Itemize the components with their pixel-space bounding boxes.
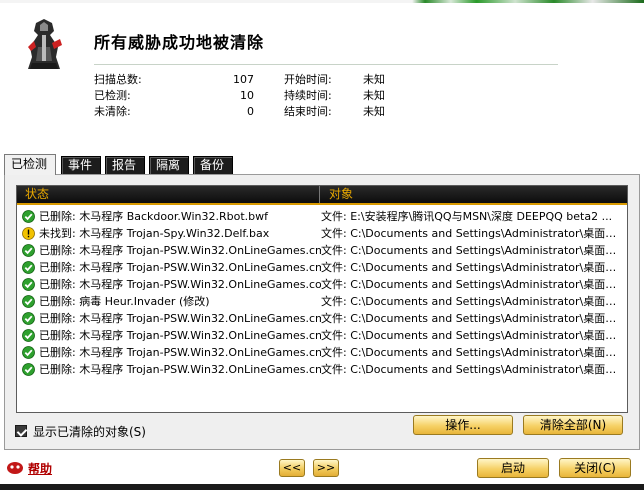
tab-events[interactable]: 事件 xyxy=(61,156,101,174)
stat-value: 107 xyxy=(233,73,254,86)
table-row[interactable]: 已删除: 木马程序 Trojan-PSW.Win32.OnLineGames.c… xyxy=(17,259,627,276)
tab-detected[interactable]: 已检测 xyxy=(4,154,56,175)
ok-icon xyxy=(22,278,35,291)
table-row[interactable]: 已删除: 木马程序 Trojan-PSW.Win32.OnLineGames.c… xyxy=(17,310,627,327)
help-link[interactable]: 帮助 xyxy=(28,460,52,477)
row-object: 文件: C:\Documents and Settings\Administra… xyxy=(321,329,619,342)
row-status: 已删除: 木马程序 Backdoor.Win32.Rbot.bwf xyxy=(39,210,269,223)
row-object: 文件: C:\Documents and Settings\Administra… xyxy=(321,346,619,359)
row-status: 已删除: 木马程序 Trojan-PSW.Win32.OnLineGames.c… xyxy=(39,346,321,359)
stat-value: 10 xyxy=(240,89,254,102)
stat-row: 未清除: 0 结束时间: 未知 xyxy=(94,104,394,120)
threat-list[interactable]: 状态 对象 已删除: 木马程序 Backdoor.Win32.Rbot.bwf 文… xyxy=(16,185,628,413)
stat-row: 已检测: 10 持续时间: 未知 xyxy=(94,88,394,104)
row-status: 未找到: 木马程序 Trojan-Spy.Win32.Delf.bax xyxy=(39,227,270,240)
table-row[interactable]: 已删除: 木马程序 Trojan-PSW.Win32.OnLineGames.c… xyxy=(17,327,627,344)
stat-value: 未知 xyxy=(363,105,385,118)
help-icon xyxy=(7,462,23,474)
stat-row: 扫描总数: 107 开始时间: 未知 xyxy=(94,72,394,88)
stat-value: 未知 xyxy=(363,89,385,102)
row-status: 已删除: 木马程序 Trojan-PSW.Win32.OnLineGames.c… xyxy=(39,261,321,274)
table-row[interactable]: 未找到: 木马程序 Trojan-Spy.Win32.Delf.bax 文件: C… xyxy=(17,225,627,242)
tab-backup[interactable]: 备份 xyxy=(193,156,233,174)
row-object: 文件: C:\Documents and Settings\Administra… xyxy=(321,312,619,325)
stat-value: 未知 xyxy=(363,73,385,86)
start-button[interactable]: 启动 xyxy=(477,458,549,478)
previous-button[interactable]: << xyxy=(279,459,305,477)
row-object: 文件: C:\Documents and Settings\Administra… xyxy=(321,278,619,291)
stat-label: 结束时间: xyxy=(284,105,332,118)
ok-icon xyxy=(22,363,35,376)
clear-all-button[interactable]: 清除全部(N) xyxy=(523,415,623,435)
stat-value: 0 xyxy=(247,105,254,118)
ok-icon xyxy=(22,329,35,342)
row-object: 文件: C:\Documents and Settings\Administra… xyxy=(321,227,619,240)
show-cleaned-checkbox[interactable] xyxy=(15,425,27,437)
row-object: 文件: C:\Documents and Settings\Administra… xyxy=(321,363,619,376)
operate-button[interactable]: 操作... xyxy=(413,415,513,435)
stat-label: 已检测: xyxy=(94,89,131,102)
stat-label: 持续时间: xyxy=(284,89,332,102)
ok-icon xyxy=(22,261,35,274)
tab-quarantine[interactable]: 隔离 xyxy=(149,156,189,174)
table-row[interactable]: 已删除: 木马程序 Backdoor.Win32.Rbot.bwf 文件: E:\… xyxy=(17,208,627,225)
detected-panel: 状态 对象 已删除: 木马程序 Backdoor.Win32.Rbot.bwf 文… xyxy=(4,174,640,450)
taskbar-strip xyxy=(0,484,644,490)
list-body: 已删除: 木马程序 Backdoor.Win32.Rbot.bwf 文件: E:\… xyxy=(17,208,627,378)
ok-icon xyxy=(22,210,35,223)
row-status: 已删除: 木马程序 Trojan-PSW.Win32.OnLineGames.c… xyxy=(39,312,321,325)
column-header-status[interactable]: 状态 xyxy=(17,186,320,203)
ok-icon xyxy=(22,312,35,325)
table-row[interactable]: 已删除: 木马程序 Trojan-PSW.Win32.OnLineGames.c… xyxy=(17,276,627,293)
table-row[interactable]: 已删除: 木马程序 Trojan-PSW.Win32.OnLineGames.c… xyxy=(17,361,627,378)
divider xyxy=(94,64,558,65)
table-row[interactable]: 已删除: 病毒 Heur.Invader (修改) 文件: C:\Document… xyxy=(17,293,627,310)
row-status: 已删除: 木马程序 Trojan-PSW.Win32.OnLineGames.c… xyxy=(39,363,321,376)
show-cleaned-label[interactable]: 显示已清除的对象(S) xyxy=(33,423,146,440)
warning-icon xyxy=(22,227,35,240)
row-object: 文件: C:\Documents and Settings\Administra… xyxy=(321,244,619,257)
ok-icon xyxy=(22,346,35,359)
tab-reports[interactable]: 报告 xyxy=(105,156,145,174)
page-title: 所有威胁成功地被清除 xyxy=(94,33,265,52)
kaspersky-knight-logo xyxy=(28,19,62,69)
summary-header: 所有威胁成功地被清除 扫描总数: 107 开始时间: 未知 已检测: 10 持续… xyxy=(0,3,644,150)
row-object: 文件: C:\Documents and Settings\Administra… xyxy=(321,261,619,274)
ok-icon xyxy=(22,244,35,257)
row-object: 文件: E:\安装程序\腾讯QQ与MSN\深度 DEEPQQ beta2 ... xyxy=(321,210,613,223)
row-status: 已删除: 木马程序 Trojan-PSW.Win32.OnLineGames.c… xyxy=(39,278,321,291)
table-row[interactable]: 已删除: 木马程序 Trojan-PSW.Win32.OnLineGames.c… xyxy=(17,344,627,361)
scan-stats: 扫描总数: 107 开始时间: 未知 已检测: 10 持续时间: 未知 未清除:… xyxy=(94,72,394,120)
ok-icon xyxy=(22,295,35,308)
row-object: 文件: C:\Documents and Settings\Administra… xyxy=(321,295,619,308)
stat-label: 扫描总数: xyxy=(94,73,142,86)
stat-label: 开始时间: xyxy=(284,73,332,86)
row-status: 已删除: 木马程序 Trojan-PSW.Win32.OnLineGames.c… xyxy=(39,244,321,257)
list-header: 状态 对象 xyxy=(17,186,627,205)
row-status: 已删除: 木马程序 Trojan-PSW.Win32.OnLineGames.c… xyxy=(39,329,321,342)
row-status: 已删除: 病毒 Heur.Invader (修改) xyxy=(39,295,210,308)
stat-label: 未清除: xyxy=(94,105,131,118)
column-header-object[interactable]: 对象 xyxy=(321,186,627,203)
next-button[interactable]: >> xyxy=(313,459,339,477)
close-button[interactable]: 关闭(C) xyxy=(559,458,631,478)
table-row[interactable]: 已删除: 木马程序 Trojan-PSW.Win32.OnLineGames.c… xyxy=(17,242,627,259)
